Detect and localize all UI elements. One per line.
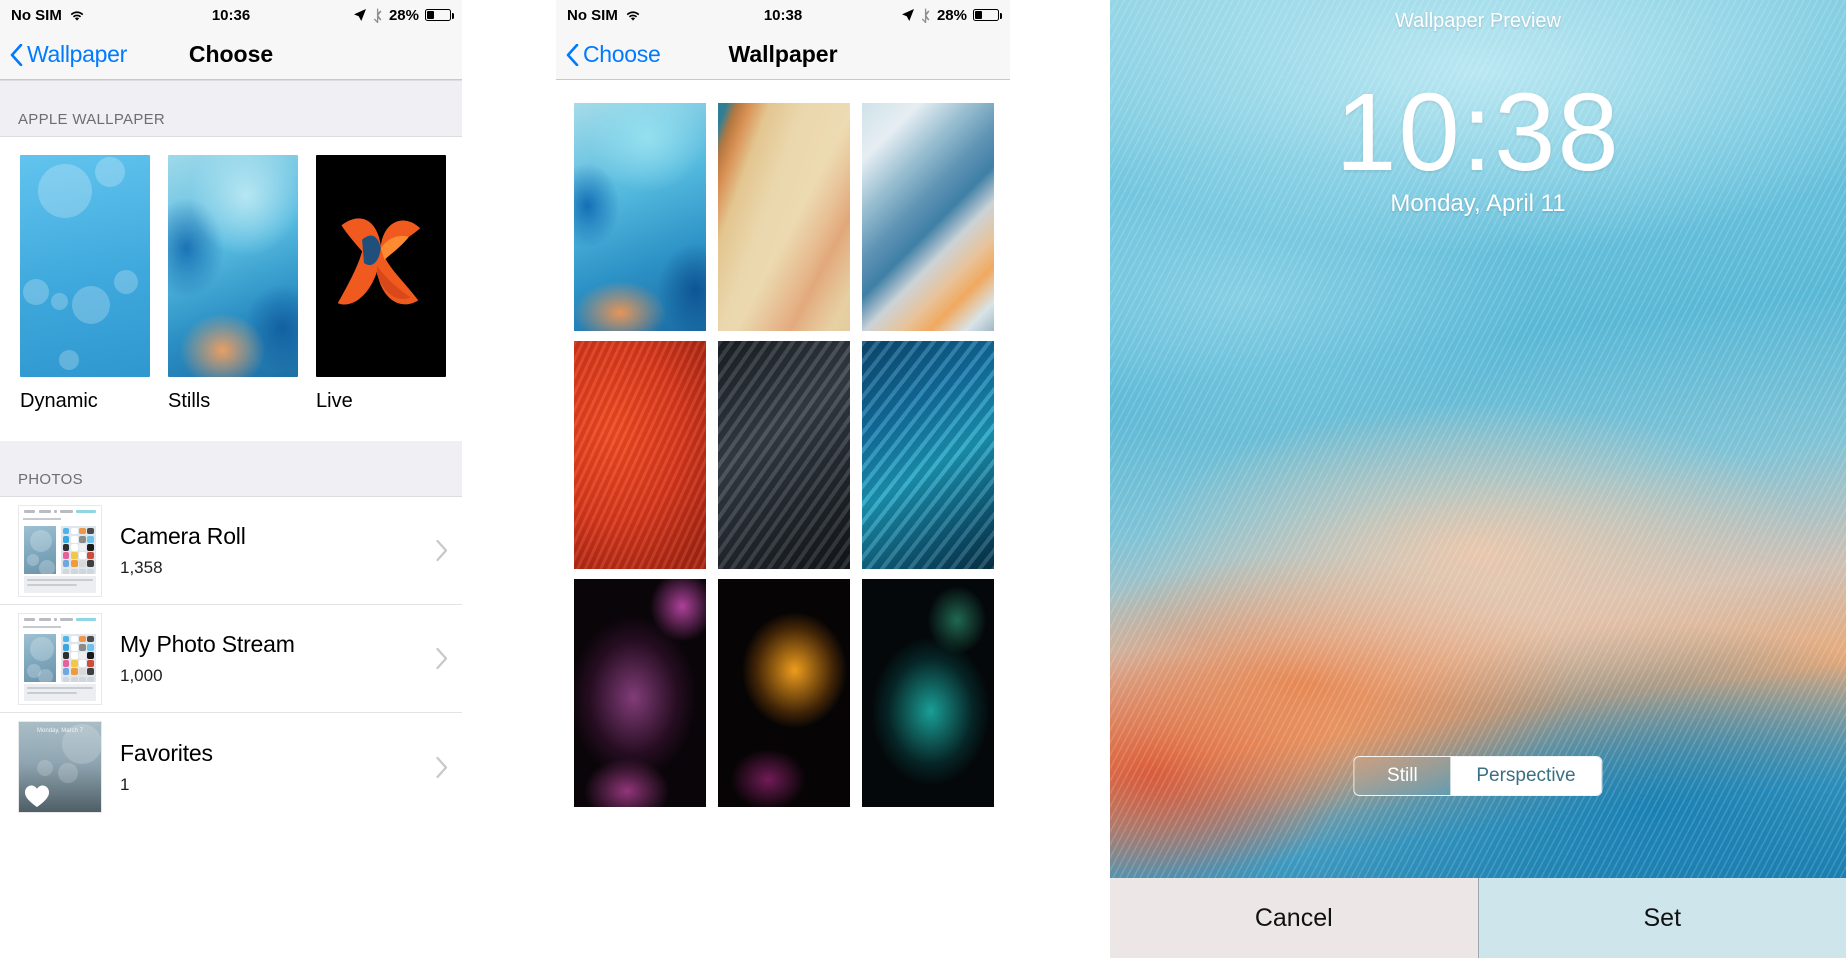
lockscreen-date: Monday, April 11 <box>1390 190 1566 217</box>
section-header-photos: PHOTOS <box>0 441 462 497</box>
wallpaper-tile-still-purple-rose[interactable] <box>574 579 706 807</box>
wallpaper-tile-still-blue-water[interactable] <box>574 103 706 331</box>
wallpaper-tile-still-teal-leaf[interactable] <box>862 579 994 807</box>
bluetooth-icon <box>373 8 383 24</box>
wifi-icon <box>625 9 641 21</box>
album-thumbnail <box>18 504 102 597</box>
wallpaper-type-stills[interactable]: Stills <box>168 155 298 413</box>
status-right: 28% <box>901 6 1002 24</box>
dynamic-thumbnail <box>20 155 150 377</box>
wallpaper-type-dynamic[interactable]: Dynamic <box>20 155 150 413</box>
favorites-thumb-date: Monday, March 7 <box>37 728 83 734</box>
album-count: 1,000 <box>120 666 163 685</box>
panel-wallpaper-preview: Wallpaper Preview 10:38 Monday, April 11… <box>1110 0 1846 958</box>
wallpaper-tile-still-sand-dune[interactable] <box>718 103 850 331</box>
album-title: Favorites <box>120 739 213 766</box>
chevron-right-icon <box>436 539 448 562</box>
album-text: Camera Roll 1,358 <box>120 523 418 578</box>
back-button-label: Choose <box>583 41 661 67</box>
album-text: My Photo Stream 1,000 <box>120 631 418 686</box>
status-bar: No SIM 10:36 28% <box>0 0 462 30</box>
status-left: No SIM <box>567 7 641 24</box>
battery-percent: 28% <box>388 6 419 24</box>
location-arrow-icon <box>353 8 367 22</box>
chevron-left-icon <box>10 43 23 66</box>
stills-thumbnail <box>168 155 298 377</box>
chevron-right-icon <box>436 756 448 778</box>
wallpaper-tile-still-grey-feather[interactable] <box>718 341 850 569</box>
battery-icon <box>973 9 1002 21</box>
status-left: No SIM <box>11 7 85 24</box>
album-row-favorites[interactable]: Monday, March 7 Favorites 1 <box>0 713 462 821</box>
segment-perspective[interactable]: Perspective <box>1450 757 1602 795</box>
status-bar: No SIM 10:38 28% <box>556 0 1010 30</box>
nav-bar: Choose Wallpaper <box>556 30 1010 80</box>
back-button-choose[interactable]: Choose <box>566 41 661 68</box>
status-right: 28% <box>353 6 454 24</box>
lockscreen-preview[interactable]: Wallpaper Preview 10:38 Monday, April 11… <box>1110 0 1846 878</box>
wallpaper-type-row: Dynamic Stills Live <box>0 137 462 413</box>
photo-album-list: Camera Roll 1,358 My Photo Stream 1,000 … <box>0 497 462 821</box>
panel-choose-wallpaper: No SIM 10:36 28% Wallpaper Choose APPLE … <box>0 0 462 958</box>
lockscreen-time: 10:38 <box>1335 71 1621 194</box>
betta-fish-art <box>337 218 421 305</box>
album-thumbnail: Monday, March 7 <box>18 721 102 813</box>
nav-bar: Wallpaper Choose <box>0 30 462 80</box>
wallpaper-tile-still-orange-bloom[interactable] <box>718 579 850 807</box>
carrier-label: No SIM <box>11 6 62 24</box>
chevron-right-icon <box>436 647 448 670</box>
wallpaper-type-label: Dynamic <box>20 390 98 412</box>
back-button-wallpaper[interactable]: Wallpaper <box>10 41 127 68</box>
location-arrow-icon <box>901 8 915 22</box>
perspective-segmented-control: Still Perspective <box>1353 756 1603 796</box>
album-count: 1,358 <box>120 558 163 577</box>
back-button-label: Wallpaper <box>27 41 127 67</box>
bluetooth-icon <box>921 8 931 24</box>
section-header-apple-wallpaper: APPLE WALLPAPER <box>0 80 462 137</box>
live-thumbnail <box>316 155 446 377</box>
album-row-my-photo-stream[interactable]: My Photo Stream 1,000 <box>0 605 462 713</box>
wallpaper-tile-still-blue-feather[interactable] <box>862 341 994 569</box>
album-thumbnail <box>18 612 102 705</box>
album-text: Favorites 1 <box>120 740 418 795</box>
album-count: 1 <box>120 774 130 794</box>
album-title: Camera Roll <box>120 523 246 549</box>
set-button[interactable]: Set <box>1477 878 1846 958</box>
wallpaper-type-label: Stills <box>168 390 211 412</box>
cancel-button[interactable]: Cancel <box>1110 878 1478 958</box>
panel-wallpaper-grid: No SIM 10:38 28% Choose Wallpaper <box>556 0 1010 958</box>
preview-action-bar: Cancel Set <box>1110 878 1846 958</box>
wallpaper-grid <box>556 80 1010 807</box>
segment-still[interactable]: Still <box>1354 757 1451 795</box>
wallpaper-type-label: Live <box>316 390 353 412</box>
album-title: My Photo Stream <box>120 631 295 657</box>
chevron-left-icon <box>566 43 579 66</box>
screenshot-stage: No SIM 10:36 28% Wallpaper Choose APPLE … <box>0 0 1846 958</box>
wallpaper-tile-still-red-feather[interactable] <box>574 341 706 569</box>
wifi-icon <box>69 9 85 21</box>
battery-icon <box>425 9 454 21</box>
carrier-label: No SIM <box>567 6 618 24</box>
heart-icon <box>25 785 49 807</box>
wallpaper-type-live[interactable]: Live <box>316 155 446 413</box>
battery-percent: 28% <box>936 6 967 24</box>
album-row-camera-roll[interactable]: Camera Roll 1,358 <box>0 497 462 605</box>
wallpaper-tile-still-silk-fold[interactable] <box>862 103 994 331</box>
preview-title: Wallpaper Preview <box>1395 10 1561 32</box>
